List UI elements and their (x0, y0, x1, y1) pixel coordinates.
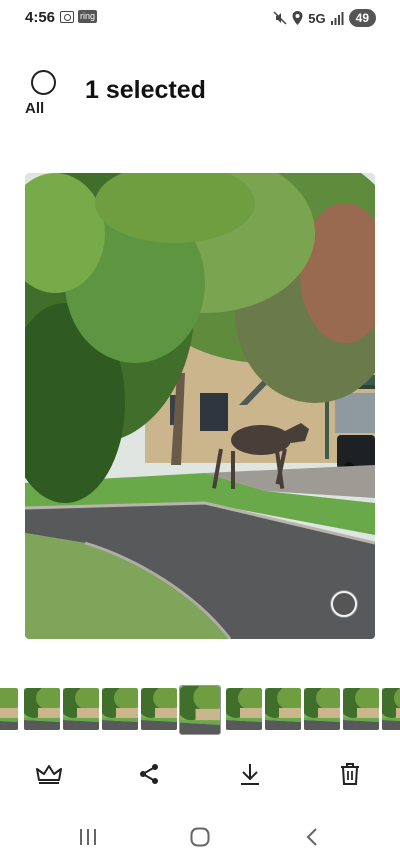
crown-icon (36, 765, 62, 784)
download-icon (241, 764, 259, 785)
recent-apps-button[interactable] (73, 824, 103, 850)
filmstrip-thumbnail[interactable] (141, 688, 177, 730)
signal-icon (330, 11, 344, 25)
recent-apps-icon (80, 829, 96, 845)
ring-app-icon: ring (78, 10, 98, 23)
photo-picker-screen: 4:56 ring 5G 49 All 1 selected (0, 0, 400, 867)
action-bar (0, 755, 400, 791)
delete-button[interactable] (335, 759, 365, 789)
motion-photo-icon[interactable] (331, 591, 357, 617)
share-button[interactable] (134, 759, 164, 789)
status-right-icons: 5G 49 (273, 9, 376, 27)
filmstrip-thumbnail[interactable] (343, 688, 379, 730)
page-title: 1 selected (85, 76, 206, 104)
select-all-checkbox[interactable] (30, 70, 56, 95)
filmstrip-thumbnail[interactable] (0, 688, 18, 730)
download-button[interactable] (235, 759, 265, 789)
filmstrip-thumbnail[interactable] (304, 688, 340, 730)
status-left-icons: ring (60, 10, 98, 23)
navigation-bar (0, 820, 400, 854)
filmstrip-thumbnail-selected[interactable] (180, 686, 220, 734)
screenshot-icon (60, 10, 74, 23)
home-button[interactable] (185, 824, 215, 850)
crown-button[interactable] (34, 759, 64, 789)
mute-icon (273, 11, 287, 25)
delete-icon (341, 763, 359, 785)
main-photo[interactable] (25, 173, 375, 639)
back-icon (306, 828, 317, 846)
select-all-label[interactable]: All (25, 100, 44, 117)
status-bar: 4:56 ring 5G 49 (0, 0, 400, 36)
filmstrip-thumbnail[interactable] (382, 688, 400, 730)
network-type: 5G (308, 10, 326, 26)
back-button[interactable] (297, 824, 327, 850)
share-icon (140, 764, 158, 784)
battery-indicator: 49 (348, 9, 376, 27)
filmstrip (0, 686, 400, 734)
location-icon (292, 11, 303, 25)
filmstrip-thumbnail[interactable] (63, 688, 99, 730)
filmstrip-thumbnail[interactable] (265, 688, 301, 730)
home-icon (190, 827, 210, 847)
status-time: 4:56 (25, 9, 56, 26)
filmstrip-thumbnail[interactable] (102, 688, 138, 730)
filmstrip-thumbnail[interactable] (24, 688, 60, 730)
filmstrip-thumbnail[interactable] (226, 688, 262, 730)
select-all-circle-icon[interactable] (30, 70, 56, 95)
